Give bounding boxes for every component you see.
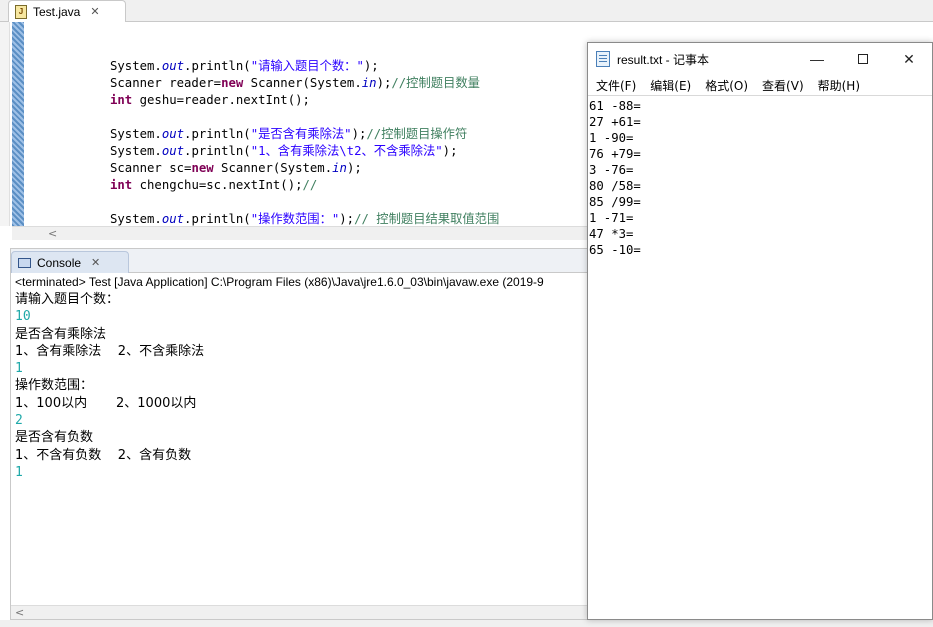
menu-view[interactable]: 查看(V) xyxy=(756,77,812,94)
console-horizontal-scrollbar[interactable]: < xyxy=(11,605,587,619)
editor-tabbar: J Test.java ✕ xyxy=(0,0,933,22)
code-token: Scanner(System. xyxy=(213,161,333,175)
code-token: new xyxy=(221,76,244,90)
notepad-icon xyxy=(596,51,610,67)
code-token: // xyxy=(302,178,318,192)
editor-tab-test-java[interactable]: J Test.java ✕ xyxy=(8,0,126,22)
code-token: "是否含有乘除法" xyxy=(250,127,352,141)
code-token: int xyxy=(110,93,133,107)
minimize-button[interactable]: — xyxy=(794,43,840,75)
code-token: System. xyxy=(110,127,162,141)
code-line[interactable] xyxy=(110,194,499,211)
code-token: ); xyxy=(346,161,362,175)
code-token: Scanner reader= xyxy=(110,76,222,90)
code-token: int xyxy=(110,178,133,192)
close-icon[interactable]: ✕ xyxy=(91,256,100,269)
code-token: .println( xyxy=(184,127,251,141)
scroll-left-arrow-icon[interactable]: < xyxy=(15,606,24,619)
java-file-icon: J xyxy=(15,4,27,19)
notepad-menubar: 文件(F) 编辑(E) 格式(O) 查看(V) 帮助(H) xyxy=(588,75,932,95)
code-line[interactable]: Scanner sc=new Scanner(System.in); xyxy=(110,160,499,177)
maximize-button[interactable] xyxy=(840,43,886,75)
menu-file[interactable]: 文件(F) xyxy=(590,77,644,94)
console-tab-label: Console xyxy=(37,255,82,270)
console-tab[interactable]: Console ✕ xyxy=(11,251,129,273)
code-token: in xyxy=(361,76,377,90)
editor-tab-label: Test.java xyxy=(33,4,81,19)
code-token: .println( xyxy=(184,144,251,158)
code-token: "1、含有乘除法\t2、不含乘除法" xyxy=(250,144,443,158)
code-line[interactable]: Scanner reader=new Scanner(System.in);//… xyxy=(110,75,499,92)
notepad-text-area[interactable]: 61 -88= 27 +61= 1 -90= 76 +79= 3 -76= 80… xyxy=(588,95,932,619)
console-icon xyxy=(18,257,31,268)
code-line[interactable]: System.out.println("1、含有乘除法\t2、不含乘除法"); xyxy=(110,143,499,160)
code-token: in xyxy=(332,161,347,175)
code-token: ); xyxy=(363,59,379,73)
code-token: out xyxy=(161,127,185,141)
close-icon[interactable]: ✕ xyxy=(90,5,99,18)
code-token: System. xyxy=(110,212,162,226)
code-token: System. xyxy=(110,144,162,158)
code-line[interactable] xyxy=(110,109,499,126)
code-token: ); xyxy=(339,212,355,226)
code-token: Scanner sc= xyxy=(110,161,192,175)
code-token: Scanner(System. xyxy=(243,76,362,90)
maximize-icon xyxy=(858,54,868,64)
code-token: // 控制题目结果取值范围 xyxy=(354,212,500,226)
notepad-window[interactable]: result.txt - 记事本 — ✕ 文件(F) 编辑(E) 格式(O) 查… xyxy=(587,42,933,620)
menu-edit[interactable]: 编辑(E) xyxy=(644,77,699,94)
code-token: chengchu=sc.nextInt(); xyxy=(132,178,303,192)
notepad-title: result.txt - 记事本 xyxy=(617,52,710,67)
code-token: out xyxy=(161,59,185,73)
code-token: ); xyxy=(442,144,458,158)
editor-change-ruler xyxy=(12,22,24,226)
code-token: .println( xyxy=(184,59,251,73)
code-token: //控制题目操作符 xyxy=(366,127,468,141)
code-token: "操作数范围：" xyxy=(250,212,340,226)
notepad-titlebar[interactable]: result.txt - 记事本 — ✕ xyxy=(588,43,932,75)
console-status: <terminated> Test [Java Application] C:\… xyxy=(15,275,544,289)
editor-horizontal-scrollbar[interactable]: < xyxy=(12,226,588,240)
code-line[interactable]: int chengchu=sc.nextInt();// xyxy=(110,177,499,194)
code-token: out xyxy=(161,144,185,158)
code-token: new xyxy=(191,161,214,175)
code-token: "请输入题目个数：" xyxy=(250,59,364,73)
code-token: geshu=reader.nextInt(); xyxy=(132,93,310,107)
code-token: ); xyxy=(376,76,392,90)
notepad-content[interactable]: 61 -88= 27 +61= 1 -90= 76 +79= 3 -76= 80… xyxy=(588,96,932,258)
code-token: out xyxy=(161,212,185,226)
code-line[interactable]: int geshu=reader.nextInt(); xyxy=(110,92,499,109)
scroll-left-arrow-icon[interactable]: < xyxy=(48,227,57,240)
window-bottom-edge xyxy=(0,620,933,627)
menu-help[interactable]: 帮助(H) xyxy=(812,77,868,94)
menu-format[interactable]: 格式(O) xyxy=(699,77,756,94)
close-button[interactable]: ✕ xyxy=(886,43,932,75)
code-token: System. xyxy=(110,59,162,73)
code-token: .println( xyxy=(184,212,251,226)
code-token: //控制题目数量 xyxy=(391,76,480,90)
code-line[interactable]: System.out.println("请输入题目个数："); xyxy=(110,58,499,75)
editor-left-ruler xyxy=(0,22,10,226)
code-text[interactable]: System.out.println("请输入题目个数："); Scanner r… xyxy=(110,58,499,228)
code-token: ); xyxy=(351,127,367,141)
code-line[interactable]: System.out.println("是否含有乘除法");//控制题目操作符 xyxy=(110,126,499,143)
